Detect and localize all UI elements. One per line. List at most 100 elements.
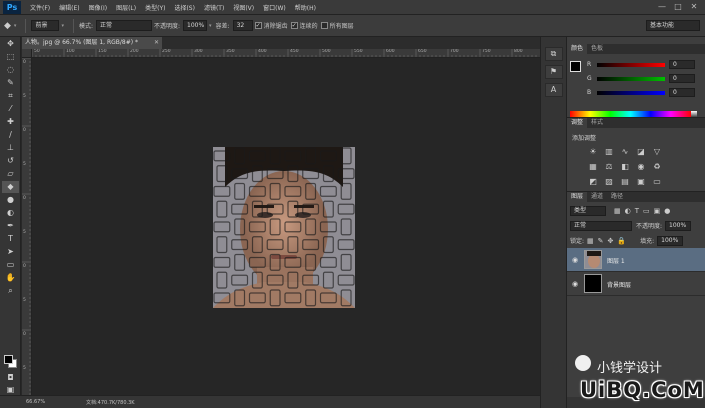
red-slider-bar[interactable] (597, 63, 665, 67)
invert-icon[interactable]: ◩ (586, 176, 600, 187)
filter-type-icon[interactable]: T (635, 207, 639, 215)
vertical-ruler[interactable]: 0 5 0 5 0 5 0 5 0 5 (22, 58, 32, 395)
tab-swatches[interactable]: 色板 (587, 44, 607, 54)
document-tab[interactable]: 人物。jpg @ 66.7% (图层 1, RGB/8#) * (22, 37, 162, 49)
filter-smart-icon[interactable]: ▣ (654, 207, 661, 215)
layer-row-background[interactable]: ◉ 背景图层 (567, 272, 705, 296)
menu-layer[interactable]: 图层(L) (116, 3, 136, 12)
lasso-tool-icon[interactable]: ◌ (2, 64, 19, 76)
layer-name[interactable]: 图层 1 (607, 256, 625, 265)
mode-select[interactable]: 正常 (95, 20, 152, 31)
eye-icon[interactable]: ◉ (572, 256, 578, 264)
layer-row-layer-1[interactable]: ◉ 图层 1 (567, 248, 705, 272)
eraser-tool-icon[interactable]: ▱ (2, 168, 19, 180)
contiguous-checkbox[interactable]: ✓ (290, 22, 298, 29)
green-value-input[interactable]: 0 (669, 74, 695, 83)
all-layers-checkbox[interactable] (320, 22, 328, 29)
zoom-tool-icon[interactable]: ⌕ (2, 285, 19, 297)
canvas-area[interactable] (32, 58, 540, 395)
menu-window[interactable]: 窗口(W) (263, 3, 286, 12)
maximize-button[interactable]: □ (671, 2, 685, 12)
menu-view[interactable]: 视图(V) (233, 3, 254, 12)
brightness-contrast-icon[interactable]: ☀ (586, 146, 600, 157)
color-balance-icon[interactable]: ⚖ (602, 161, 616, 172)
lock-position-icon[interactable]: ✥ (608, 237, 614, 245)
filter-shape-icon[interactable]: ▭ (643, 207, 650, 215)
menu-edit[interactable]: 编辑(E) (59, 3, 79, 12)
fill-source-select[interactable]: 前景 (31, 20, 60, 31)
document-size[interactable]: 文档:470.7K/780.3K (86, 399, 135, 406)
foreground-color-swatch[interactable] (4, 355, 13, 364)
quick-select-tool-icon[interactable]: ✎ (2, 77, 19, 89)
vibrance-icon[interactable]: ▽ (650, 146, 664, 157)
gradient-map-icon[interactable]: ▭ (650, 176, 664, 187)
move-tool-icon[interactable]: ✥ (2, 38, 19, 50)
red-value-input[interactable]: 0 (669, 60, 695, 69)
black-white-icon[interactable]: ◧ (618, 161, 632, 172)
paint-bucket-icon[interactable]: ◆ (4, 21, 11, 31)
eyedropper-tool-icon[interactable]: ⁄ (2, 103, 19, 115)
type-tool-icon[interactable]: T (2, 233, 19, 245)
green-slider-bar[interactable] (597, 77, 665, 81)
tab-paths[interactable]: 路径 (607, 192, 627, 202)
healing-brush-tool-icon[interactable]: ✚ (2, 116, 19, 128)
workspace-select[interactable]: 基本功能 (646, 20, 700, 31)
quick-mask-icon[interactable]: ◘ (2, 372, 19, 384)
menu-file[interactable]: 文件(F) (30, 3, 50, 12)
antialias-checkbox[interactable]: ✓ (254, 22, 262, 29)
blue-value-input[interactable]: 0 (669, 88, 695, 97)
pen-tool-icon[interactable]: ✒ (2, 220, 19, 232)
brush-panel-icon[interactable]: ⚑ (544, 65, 563, 79)
layer-name[interactable]: 背景图层 (607, 280, 631, 289)
exposure-icon[interactable]: ◪ (634, 146, 648, 157)
green-slider[interactable]: G 0 (587, 74, 701, 83)
fill-input[interactable]: 100% (657, 235, 684, 246)
zoom-level[interactable]: 66.67% (26, 399, 45, 405)
layer-filter-select[interactable]: 类型 (570, 205, 606, 216)
channel-mixer-icon[interactable]: ♻ (650, 161, 664, 172)
tab-styles[interactable]: 样式 (587, 118, 607, 128)
close-icon[interactable]: ✕ (154, 37, 159, 49)
layer-opacity-input[interactable]: 100% (665, 220, 692, 231)
posterize-icon[interactable]: ▨ (602, 176, 616, 187)
brush-tool-icon[interactable]: ∕ (2, 129, 19, 141)
tool-presets-panel-icon[interactable]: A (544, 83, 563, 97)
close-button[interactable]: ✕ (687, 2, 701, 12)
paint-bucket-tool-icon[interactable]: ◆ (2, 181, 19, 193)
clone-stamp-tool-icon[interactable]: ⊥ (2, 142, 19, 154)
minimize-button[interactable]: — (655, 2, 669, 12)
curves-icon[interactable]: ∿ (618, 146, 632, 157)
red-slider[interactable]: R 0 (587, 60, 701, 69)
menu-filter[interactable]: 滤镜(T) (204, 3, 224, 12)
hue-saturation-icon[interactable]: ▦ (586, 161, 600, 172)
menu-select[interactable]: 选择(S) (174, 3, 195, 12)
blend-mode-select[interactable]: 正常 (570, 220, 632, 231)
tool-preset-arrow-icon[interactable]: ▾ (14, 23, 17, 29)
tab-color[interactable]: 颜色 (567, 44, 588, 54)
lock-pixels-icon[interactable]: ✎ (598, 237, 604, 245)
lock-transparent-icon[interactable]: ▦ (587, 237, 594, 245)
tolerance-input[interactable]: 32 (232, 20, 253, 31)
crop-tool-icon[interactable]: ⌗ (2, 90, 19, 102)
tab-adjustments[interactable]: 调整 (567, 118, 588, 128)
history-panel-icon[interactable]: ⧉ (544, 47, 563, 61)
opacity-input[interactable]: 100% (183, 20, 208, 31)
tab-layers[interactable]: 图层 (567, 192, 588, 202)
foreground-color-swatch[interactable] (570, 61, 581, 72)
dodge-tool-icon[interactable]: ◐ (2, 207, 19, 219)
history-brush-tool-icon[interactable]: ↺ (2, 155, 19, 167)
horizontal-ruler[interactable]: 50 100 150 200 250 300 350 400 450 500 5… (32, 49, 540, 58)
blue-slider[interactable]: B 0 (587, 88, 701, 97)
path-select-tool-icon[interactable]: ➤ (2, 246, 19, 258)
photo-filter-icon[interactable]: ◉ (634, 161, 648, 172)
chevron-down-icon[interactable]: ▾ (209, 23, 212, 29)
threshold-icon[interactable]: ▤ (618, 176, 632, 187)
filter-toggle-icon[interactable]: ● (664, 207, 670, 215)
blur-tool-icon[interactable]: ● (2, 194, 19, 206)
menu-help[interactable]: 帮助(H) (295, 3, 316, 12)
shape-tool-icon[interactable]: ▭ (2, 259, 19, 271)
document-image[interactable] (213, 147, 355, 308)
blue-slider-bar[interactable] (597, 91, 665, 95)
eye-icon[interactable]: ◉ (572, 280, 578, 288)
tab-channels[interactable]: 通道 (587, 192, 607, 202)
